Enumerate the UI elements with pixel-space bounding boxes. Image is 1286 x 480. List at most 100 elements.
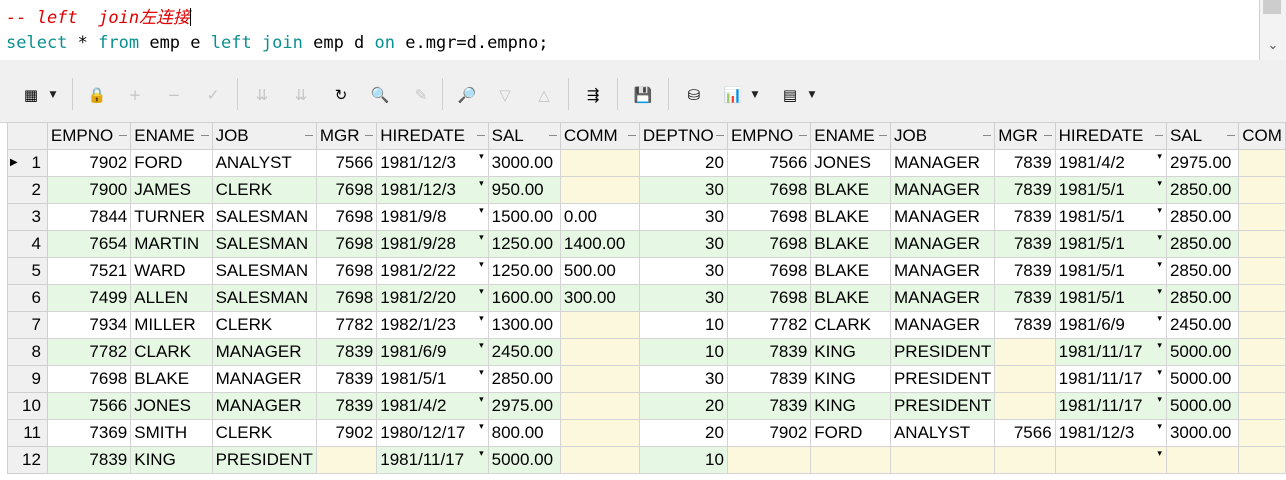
table-cell[interactable]: CLARK	[810, 311, 891, 339]
date-picker-icon[interactable]: ▾	[1157, 422, 1162, 431]
table-cell[interactable]: 2850.00	[1165, 257, 1240, 285]
save-icon[interactable]: 💾	[630, 82, 656, 108]
table-cell[interactable]: 1982/1/23 ▾	[376, 311, 489, 339]
table-cell[interactable]: ▾	[1054, 446, 1167, 474]
column-header-ename[interactable]: ENAME	[810, 122, 891, 150]
grid-view-icon[interactable]: ▦	[18, 82, 44, 108]
table-cell[interactable]: 7698	[726, 284, 812, 312]
table-cell[interactable]: CLERK	[211, 176, 317, 204]
date-picker-icon[interactable]: ▾	[1157, 314, 1162, 323]
editor-vertical-scrollbar[interactable]: ⌄	[1259, 0, 1286, 60]
table-cell[interactable]: 7839	[315, 392, 378, 420]
table-cell[interactable]	[1238, 446, 1286, 474]
export-icon[interactable]: ⛁	[681, 82, 707, 108]
table-cell[interactable]	[559, 149, 640, 177]
table-cell[interactable]: 7654	[46, 230, 132, 258]
table-cell[interactable]: 5000.00	[1165, 365, 1240, 393]
table-cell[interactable]: 30	[638, 365, 728, 393]
column-header-ename[interactable]: ENAME	[130, 122, 213, 150]
table-cell[interactable]: MANAGER	[889, 176, 996, 204]
column-header-empno[interactable]: EMPNO	[726, 122, 812, 150]
table-cell[interactable]: 7566	[315, 149, 378, 177]
table-cell[interactable]: PRESIDENT	[889, 338, 996, 366]
table-cell[interactable]: KING	[810, 392, 891, 420]
table-cell[interactable]: MARTIN	[130, 230, 213, 258]
table-cell[interactable]: 1981/4/2 ▾	[376, 392, 489, 420]
table-cell[interactable]: 500.00	[559, 257, 640, 285]
table-cell[interactable]: 1981/5/1 ▾	[1054, 176, 1167, 204]
table-cell[interactable]: 7839	[726, 365, 812, 393]
table-row[interactable]: 11 7369 SMITH CLERK 7902 1980/12/17 ▾ 800.00 20 7…	[7, 419, 1286, 447]
table-cell[interactable]: JAMES	[130, 176, 213, 204]
table-cell[interactable]: KING	[130, 446, 213, 474]
column-header-empno[interactable]: EMPNO	[46, 122, 132, 150]
table-cell[interactable]: 2850.00	[1165, 203, 1240, 231]
date-picker-icon[interactable]: ▾	[479, 152, 484, 161]
table-cell[interactable]: MILLER	[130, 311, 213, 339]
table-cell[interactable]: MANAGER	[211, 392, 317, 420]
table-cell[interactable]: 7839	[994, 176, 1056, 204]
table-cell[interactable]: 10	[638, 446, 728, 474]
table-cell[interactable]: 7839	[46, 446, 132, 474]
table-cell[interactable]: MANAGER	[211, 365, 317, 393]
table-cell[interactable]: 2850.00	[1165, 230, 1240, 258]
column-header-deptno[interactable]: DEPTNO	[638, 122, 728, 150]
table-cell[interactable]: MANAGER	[889, 257, 996, 285]
table-cell[interactable]: 7782	[726, 311, 812, 339]
post-changes-icon[interactable]: ✓	[200, 82, 226, 108]
date-picker-icon[interactable]: ▾	[479, 260, 484, 269]
table-cell[interactable]: 1600.00	[487, 284, 561, 312]
table-cell[interactable]: JONES	[130, 392, 213, 420]
sql-editor[interactable]: -- left join左连接 select * from emp e left…	[0, 0, 1286, 61]
table-cell[interactable]: 1400.00	[559, 230, 640, 258]
table-cell[interactable]: TURNER	[130, 203, 213, 231]
table-cell[interactable]	[1238, 311, 1286, 339]
table-cell[interactable]: 1250.00	[487, 257, 561, 285]
table-cell[interactable]: 3000.00	[1165, 419, 1240, 447]
table-cell[interactable]	[1238, 419, 1286, 447]
table-cell[interactable]: 7369	[46, 419, 132, 447]
table-cell[interactable]: 5000.00	[1165, 338, 1240, 366]
date-picker-icon[interactable]: ▾	[1157, 287, 1162, 296]
table-cell[interactable]: FORD	[810, 419, 891, 447]
column-header-mgr[interactable]: MGR	[315, 122, 378, 150]
table-cell[interactable]: 1981/4/2 ▾	[1054, 149, 1167, 177]
table-cell[interactable]	[889, 446, 996, 474]
row-number[interactable]: 6	[7, 284, 48, 312]
table-cell[interactable]: 2975.00	[487, 392, 561, 420]
table-cell[interactable]: ANALYST	[889, 419, 996, 447]
table-cell[interactable]	[1238, 392, 1286, 420]
table-cell[interactable]: 7839	[994, 311, 1056, 339]
table-cell[interactable]: 20	[638, 419, 728, 447]
table-cell[interactable]: 1981/6/9 ▾	[376, 338, 489, 366]
table-cell[interactable]: 3000.00	[487, 149, 561, 177]
table-cell[interactable]	[994, 338, 1056, 366]
column-header-mgr[interactable]: MGR	[994, 122, 1056, 150]
table-cell[interactable]: 5000.00	[487, 446, 561, 474]
column-header-com[interactable]: COM	[1238, 122, 1286, 150]
table-cell[interactable]: MANAGER	[889, 311, 996, 339]
table-cell[interactable]: 7698	[46, 365, 132, 393]
date-picker-icon[interactable]: ▾	[1157, 179, 1162, 188]
row-number[interactable]: 9	[7, 365, 48, 393]
table-cell[interactable]: 300.00	[559, 284, 640, 312]
add-record-icon[interactable]: +	[122, 82, 148, 108]
dropdown-arrow-icon[interactable]: ▼	[750, 82, 760, 108]
table-row[interactable]: 10 7566 JONES MANAGER 7839 1981/4/2 ▾ 2975.00 20…	[7, 392, 1286, 420]
table-cell[interactable]: 7900	[46, 176, 132, 204]
table-cell[interactable]	[559, 176, 640, 204]
date-picker-icon[interactable]: ▾	[1157, 233, 1162, 242]
row-number[interactable]: 2	[7, 176, 48, 204]
table-cell[interactable]: 7698	[726, 203, 812, 231]
table-cell[interactable]: 7566	[726, 149, 812, 177]
table-cell[interactable]: 1981/11/17 ▾	[1054, 392, 1167, 420]
table-cell[interactable]: 1981/5/1 ▾	[1054, 284, 1167, 312]
table-cell[interactable]: 1981/12/3 ▾	[376, 176, 489, 204]
table-cell[interactable]: 7902	[46, 149, 132, 177]
table-cell[interactable]	[315, 446, 378, 474]
table-cell[interactable]	[559, 392, 640, 420]
chart-icon[interactable]: 📊	[720, 82, 746, 108]
table-cell[interactable]: 1981/5/1 ▾	[376, 365, 489, 393]
table-cell[interactable]: 30	[638, 257, 728, 285]
table-cell[interactable]: 7698	[315, 257, 378, 285]
